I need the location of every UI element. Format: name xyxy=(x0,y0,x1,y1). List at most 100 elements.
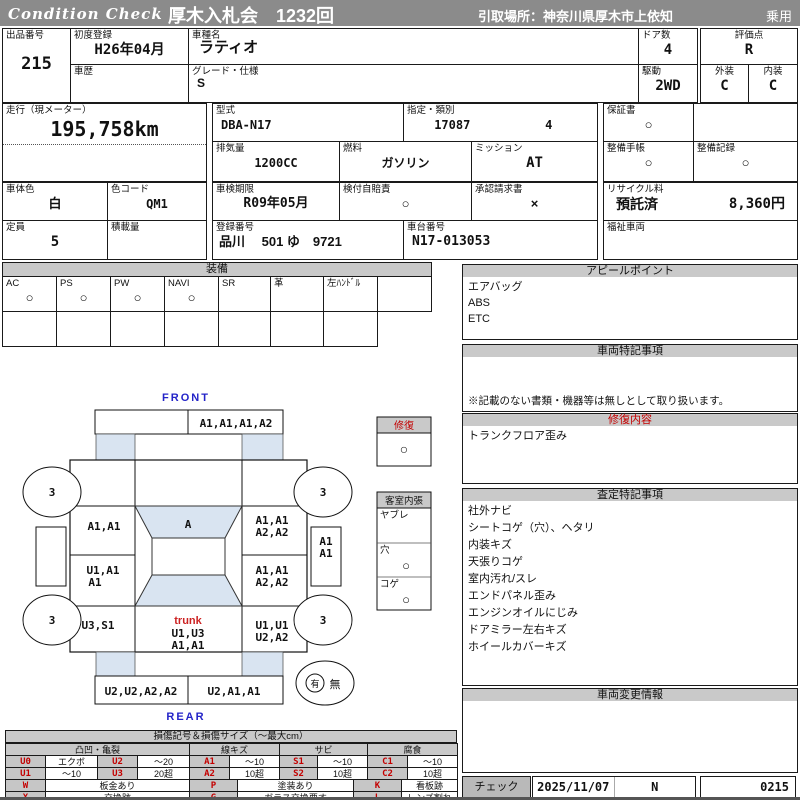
legend-value: ～10 xyxy=(45,767,98,780)
rear-bumper-right-damage: U2,A1,A1 xyxy=(208,685,261,698)
legend-group-dents: 凸凹・亀裂 xyxy=(4,743,191,756)
chassis-number-cell: 車台番号 N17-013053 xyxy=(403,220,598,260)
legend-group-scratch: 線キズ xyxy=(189,743,281,756)
spare-tire-indicator xyxy=(295,660,355,706)
maintenance-record-mark: ○ xyxy=(741,155,750,170)
equipment-label-sr: SR xyxy=(222,278,236,289)
color-code-cell: 色コード QM1 xyxy=(107,182,207,221)
legend-code: U2 xyxy=(97,755,138,768)
equipment-cell-ac: AC ○ xyxy=(2,276,57,312)
displacement-value: 1200CC xyxy=(254,156,298,170)
first-registration-cell: 初度登録 H26年04月 xyxy=(70,28,189,65)
fuel-label: 燃料 xyxy=(343,143,363,154)
recycle-fee-cell: リサイクル料 預託済 8,360円 xyxy=(603,182,798,221)
body-color-cell: 車体色 白 xyxy=(2,182,108,221)
legend-code: U3 xyxy=(97,767,138,780)
maintenance-record-label: 整備記録 xyxy=(697,143,736,154)
assessment-line: エンドパネル歪み xyxy=(468,590,556,602)
car-damage-diagram: FRONT A1,A1,A1,A2 3 3 3 3 A A1,A1 A1,A1 … xyxy=(22,392,432,723)
front-bumper-right-damage: A1,A1,A1,A2 xyxy=(200,417,273,430)
check-number-box: 0215 xyxy=(700,776,796,798)
load-label: 積載量 xyxy=(111,222,140,233)
legend-code: C1 xyxy=(367,755,409,768)
equipment-mark-ps: ○ xyxy=(79,290,88,305)
interior-grade-label: 内装 xyxy=(763,66,783,77)
vehicle-notes-header: 車両特記事項 xyxy=(462,344,798,358)
registration-number-cell: 登録番号 品川 501 ゆ 9721 xyxy=(212,220,404,260)
assessment-line: ドアミラー左右キズ xyxy=(468,624,567,636)
maintenance-book-label: 整備手帳 xyxy=(607,143,646,154)
vehicle-notes-note: ※記載のない書類・機器等は無しとして取り扱います。 xyxy=(468,395,730,407)
equipment-row2-cell xyxy=(110,311,165,347)
equipment-cell-leather: 革 xyxy=(270,276,324,312)
check-date: 2025/11/07 xyxy=(537,780,610,794)
brand-title: Condition Check xyxy=(8,5,163,23)
cabin-row-tear-label: ヤブレ xyxy=(380,509,409,521)
legend-value: 20超 xyxy=(136,767,191,780)
exterior-grade-label: 外装 xyxy=(714,66,734,77)
spare-no: 無 xyxy=(330,677,341,691)
approval-mark: × xyxy=(530,196,539,211)
class-number2: 4 xyxy=(545,118,553,132)
auction-title: 厚木入札会 1232回 xyxy=(168,6,335,26)
cabin-box-title: 客室内張 xyxy=(385,495,424,507)
equipment-label-lhd: 左ﾊﾝﾄﾞﾙ xyxy=(327,278,361,289)
legend-value: 10超 xyxy=(317,767,369,780)
auction-condition-sheet: Condition Check 厚木入札会 1232回 引取場所：神奈川県厚木市… xyxy=(0,0,800,800)
recycle-status: 預託済 xyxy=(616,196,658,212)
transmission-value: AT xyxy=(526,155,543,171)
rear-left-corner xyxy=(95,651,136,677)
load-cell: 積載量 xyxy=(107,220,207,260)
maintenance-record-cell: 整備記録 ○ xyxy=(693,141,798,182)
equipment-label-leather: 革 xyxy=(274,278,284,289)
insurance-label: 検付自賠責 xyxy=(343,184,391,195)
recycle-fee-label: リサイクル料 xyxy=(607,184,664,195)
lot-number-value: 215 xyxy=(21,54,52,74)
legend-value: エクボ xyxy=(45,755,98,768)
welfare-label: 福祉車両 xyxy=(607,222,646,233)
welfare-cell: 福祉車両 xyxy=(603,220,798,260)
check-label: チェック xyxy=(474,781,519,793)
first-registration-value: H26年04月 xyxy=(94,42,165,58)
drive-value: 2WD xyxy=(655,78,681,94)
registration-number-label: 登録番号 xyxy=(216,222,255,233)
appeal-line: ABS xyxy=(468,297,491,309)
legend-value: 塗装あり xyxy=(237,779,354,792)
model-name-value: ラティオ xyxy=(199,39,259,56)
model-code-value: DBA-N17 xyxy=(221,118,272,132)
equipment-row2-cell xyxy=(56,311,111,347)
legend-value: ～10 xyxy=(317,755,369,768)
right-front-fender-damage-2: A2,A2 xyxy=(255,526,288,539)
legend-code: C2 xyxy=(367,767,409,780)
inspection-cell: 車検期限 R09年05月 xyxy=(212,182,340,221)
cabin-row-burn-label: コゲ xyxy=(380,578,400,590)
equipment-cell-pw: PW ○ xyxy=(110,276,165,312)
equipment-row2-cell xyxy=(218,311,271,347)
legend-code: W xyxy=(5,779,46,792)
legend-value: 10超 xyxy=(229,767,281,780)
mileage-label: 走行（現メーター） xyxy=(6,105,92,116)
repair-box-mark: ○ xyxy=(400,441,408,457)
interior-grade-value: C xyxy=(768,78,778,94)
color-code-value: QM1 xyxy=(146,197,168,211)
check-date-box: 2025/11/07 N xyxy=(532,776,696,798)
cabin-row-hole-mark: ○ xyxy=(402,558,410,573)
insurance-cell: 検付自賠責 ○ xyxy=(339,182,472,221)
pickup-location: 引取場所：神奈川県厚木市上依知 xyxy=(478,9,674,24)
class-number: 17087 xyxy=(434,118,471,132)
change-info-body xyxy=(462,701,798,773)
drive-cell: 駆動 2WD xyxy=(638,64,698,103)
chassis-number-label: 車台番号 xyxy=(407,222,446,233)
displacement-label: 排気量 xyxy=(216,143,245,154)
roof xyxy=(151,537,226,576)
equipment-cell-navi: NAVI ○ xyxy=(164,276,219,312)
trunk-damage-2: A1,A1 xyxy=(171,639,204,652)
appeal-line: ETC xyxy=(468,313,490,325)
appeal-header: アピールポイント xyxy=(462,264,798,278)
exterior-grade-value: C xyxy=(720,78,729,94)
cabin-row-hole-label: 穴 xyxy=(380,544,390,556)
assessment-line: 室内汚れ/スレ xyxy=(468,573,538,585)
legend-code: A1 xyxy=(189,755,231,768)
rear-label: REAR xyxy=(166,711,205,723)
assessment-line: ホイールカバーキズ xyxy=(468,641,567,653)
